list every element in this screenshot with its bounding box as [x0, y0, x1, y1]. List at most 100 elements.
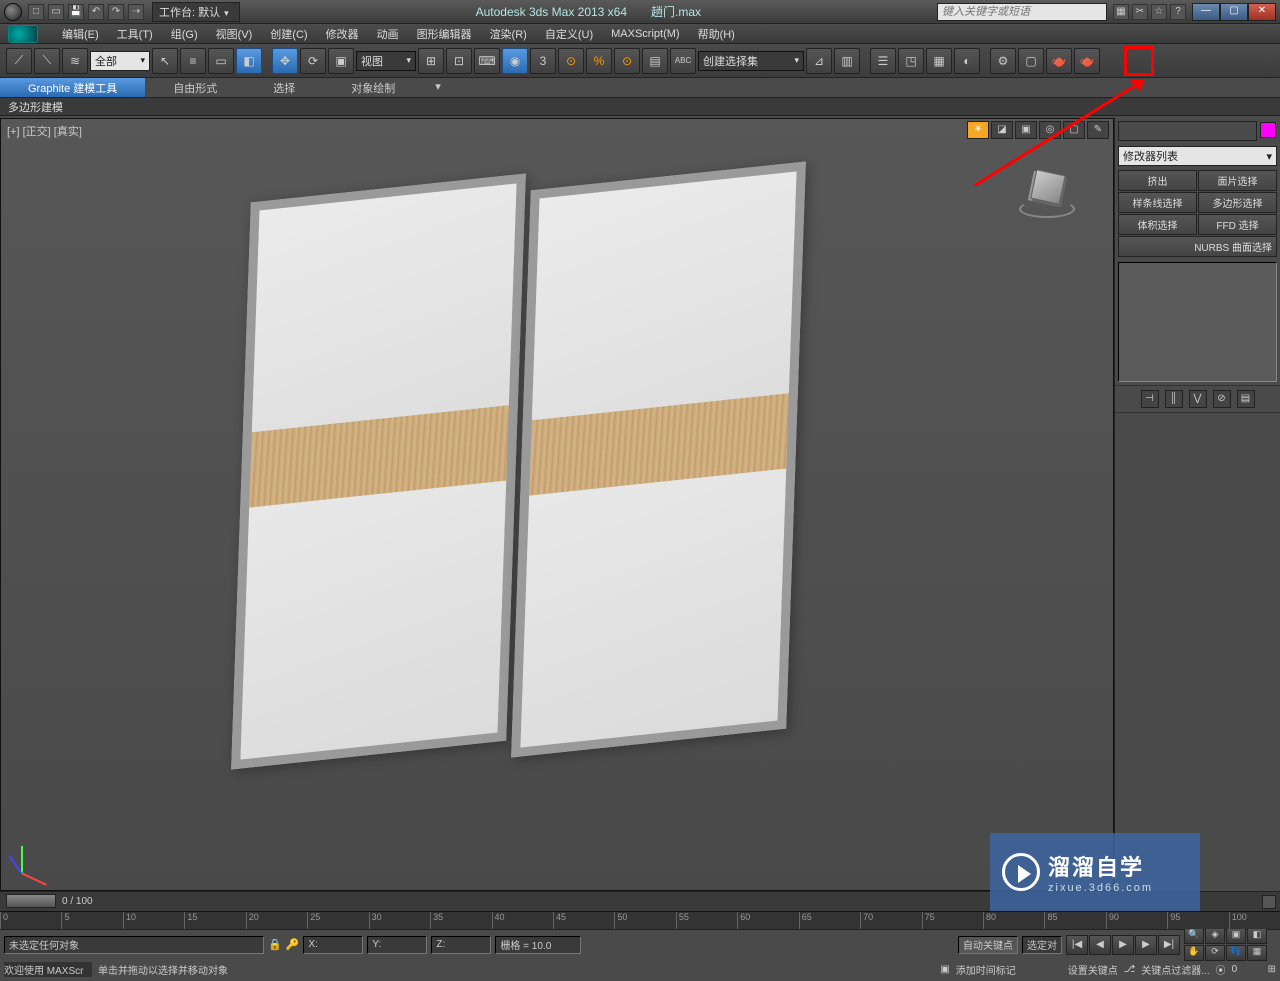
door-panel-left[interactable]	[231, 174, 526, 770]
viewport-label[interactable]: [+] [正交] [真实]	[7, 123, 82, 139]
spinner-snap-icon[interactable]: %	[586, 48, 612, 74]
manipulate-icon[interactable]: ⊡	[446, 48, 472, 74]
menu-modifiers[interactable]: 修改器	[326, 26, 359, 42]
link-tool-icon[interactable]: ⟋	[6, 48, 32, 74]
ribbon-tab-graphite[interactable]: Graphite 建模工具	[0, 78, 145, 97]
unique-icon[interactable]: ⊘	[1213, 390, 1231, 408]
object-color-swatch[interactable]	[1260, 122, 1276, 138]
show-end-icon[interactable]: ⋁	[1189, 390, 1207, 408]
orbit-icon[interactable]: ⟳	[1205, 945, 1225, 961]
sun-icon[interactable]: ☀	[967, 121, 989, 139]
mod-btn-vol-select[interactable]: 体积选择	[1118, 214, 1197, 235]
app-logo-icon[interactable]	[8, 25, 38, 43]
pin-stack-icon[interactable]: ⊣	[1141, 390, 1159, 408]
snap-toggle-icon[interactable]: ◉	[502, 48, 528, 74]
schematic-view-icon[interactable]: ▦	[926, 48, 952, 74]
selected-key-dropdown[interactable]: 选定对	[1022, 936, 1062, 954]
layer-manager-icon[interactable]: ☰	[870, 48, 896, 74]
time-config-icon[interactable]: ⊞	[1268, 964, 1276, 975]
select-window-icon[interactable]: ◧	[236, 48, 262, 74]
close-button[interactable]: ✕	[1248, 3, 1276, 21]
zoom-all-icon[interactable]: ◈	[1205, 928, 1225, 944]
max-toggle-icon[interactable]: ▦	[1247, 945, 1267, 961]
rotate-tool-icon[interactable]: ⟳	[300, 48, 326, 74]
selection-filter-dropdown[interactable]: 全部	[90, 51, 150, 71]
snap-options-icon[interactable]: ⊙	[614, 48, 640, 74]
modifier-stack[interactable]	[1118, 262, 1277, 382]
mod-btn-nurbs-select[interactable]: NURBS 曲面选择	[1118, 236, 1277, 257]
menu-rendering[interactable]: 渲染(R)	[490, 26, 527, 42]
link-icon[interactable]: ⇢	[128, 4, 144, 20]
menu-customize[interactable]: 自定义(U)	[545, 26, 593, 42]
reference-coord-dropdown[interactable]: 视图	[356, 51, 416, 71]
coord-y[interactable]: Y:	[367, 936, 427, 954]
vp-shade-4-icon[interactable]: ▢	[1063, 121, 1085, 139]
mod-btn-ffd-select[interactable]: FFD 选择	[1198, 214, 1277, 235]
setkey-button[interactable]: 设置关键点	[1068, 962, 1118, 977]
remove-mod-icon[interactable]: ▤	[1237, 390, 1255, 408]
goto-end-icon[interactable]: ▶|	[1158, 935, 1180, 955]
coord-x[interactable]: X:	[303, 936, 363, 954]
menu-graph-editors[interactable]: 图形编辑器	[417, 26, 472, 42]
time-slider-thumb[interactable]	[6, 894, 56, 908]
keyboard-shortcut-icon[interactable]: ⌨	[474, 48, 500, 74]
menu-tools[interactable]: 工具(T)	[117, 26, 153, 42]
curve-editor-icon[interactable]: ◳	[898, 48, 924, 74]
use-pivot-icon[interactable]: ⊞	[418, 48, 444, 74]
key-icon[interactable]: 🔑	[286, 938, 300, 951]
keymode-icon[interactable]: ⦿	[1216, 962, 1226, 977]
zoom-icon[interactable]: 🔍	[1184, 928, 1204, 944]
menu-maxscript[interactable]: MAXScript(M)	[611, 28, 679, 40]
selection-set-dropdown[interactable]: 创建选择集	[698, 51, 804, 71]
vp-shade-5-icon[interactable]: ✎	[1087, 121, 1109, 139]
mirror-icon[interactable]: ⊿	[806, 48, 832, 74]
star-icon[interactable]: ☆	[1151, 4, 1167, 20]
help-search-input[interactable]	[937, 3, 1107, 21]
timeline-config-icon[interactable]	[1262, 895, 1276, 909]
door-panel-right[interactable]	[511, 162, 806, 758]
scale-tool-icon[interactable]: ▣	[328, 48, 354, 74]
walk-icon[interactable]: 👣	[1226, 945, 1246, 961]
open-icon[interactable]: ▭	[48, 4, 64, 20]
menu-create[interactable]: 创建(C)	[270, 26, 307, 42]
render-iterative-icon[interactable]: 🫖	[1074, 48, 1100, 74]
prev-frame-icon[interactable]: ◀	[1089, 935, 1111, 955]
coord-z[interactable]: Z:	[431, 936, 491, 954]
scissors-icon[interactable]: ✂	[1132, 4, 1148, 20]
render-setup-icon[interactable]: ⚙	[990, 48, 1016, 74]
menu-group[interactable]: 组(G)	[171, 26, 198, 42]
fov-icon[interactable]: ◧	[1247, 928, 1267, 944]
modifier-list-dropdown[interactable]: 修改器列表	[1118, 146, 1277, 166]
angle-snap-icon[interactable]: 3	[530, 48, 556, 74]
undo-icon[interactable]: ↶	[88, 4, 104, 20]
minimize-button[interactable]: —	[1192, 3, 1220, 21]
object-name-input[interactable]	[1118, 121, 1257, 141]
select-rectangle-icon[interactable]: ▭	[208, 48, 234, 74]
goto-start-icon[interactable]: |◀	[1066, 935, 1088, 955]
select-object-icon[interactable]: ↖	[152, 48, 178, 74]
rendered-frame-icon[interactable]: ▢	[1018, 48, 1044, 74]
ribbon-tab-selection[interactable]: 选择	[245, 78, 323, 97]
ribbon-tab-paint[interactable]: 对象绘制	[323, 78, 423, 97]
vp-shade-2-icon[interactable]: ▣	[1015, 121, 1037, 139]
menu-view[interactable]: 视图(V)	[216, 26, 253, 42]
view-cube-ring[interactable]	[1019, 200, 1075, 218]
mod-btn-spline-select[interactable]: 样条线选择	[1118, 192, 1197, 213]
key-filter-label[interactable]: 关键点过滤器...	[1141, 962, 1209, 977]
menu-help[interactable]: 帮助(H)	[698, 26, 735, 42]
redo-icon[interactable]: ↷	[108, 4, 124, 20]
workspace-selector[interactable]: 工作台: 默认	[152, 2, 240, 22]
view-cube[interactable]	[1013, 164, 1083, 224]
zoom-extents-icon[interactable]: ▣	[1226, 928, 1246, 944]
bind-spacewarp-icon[interactable]: ≋	[62, 48, 88, 74]
help-icon[interactable]: ?	[1170, 4, 1186, 20]
save-icon[interactable]: 💾	[68, 4, 84, 20]
vp-shade-1-icon[interactable]: ◪	[991, 121, 1013, 139]
addtime-icon[interactable]: ▣	[940, 964, 949, 975]
app-menu-icon[interactable]	[4, 3, 22, 21]
maximize-button[interactable]: ▢	[1220, 3, 1248, 21]
unlink-tool-icon[interactable]: ⟍	[34, 48, 60, 74]
ribbon-tab-freeform[interactable]: 自由形式	[145, 78, 245, 97]
viewport[interactable]: [+] [正交] [真实] ☀ ◪ ▣ ◎ ▢ ✎	[0, 118, 1114, 891]
next-frame-icon[interactable]: ▶	[1135, 935, 1157, 955]
